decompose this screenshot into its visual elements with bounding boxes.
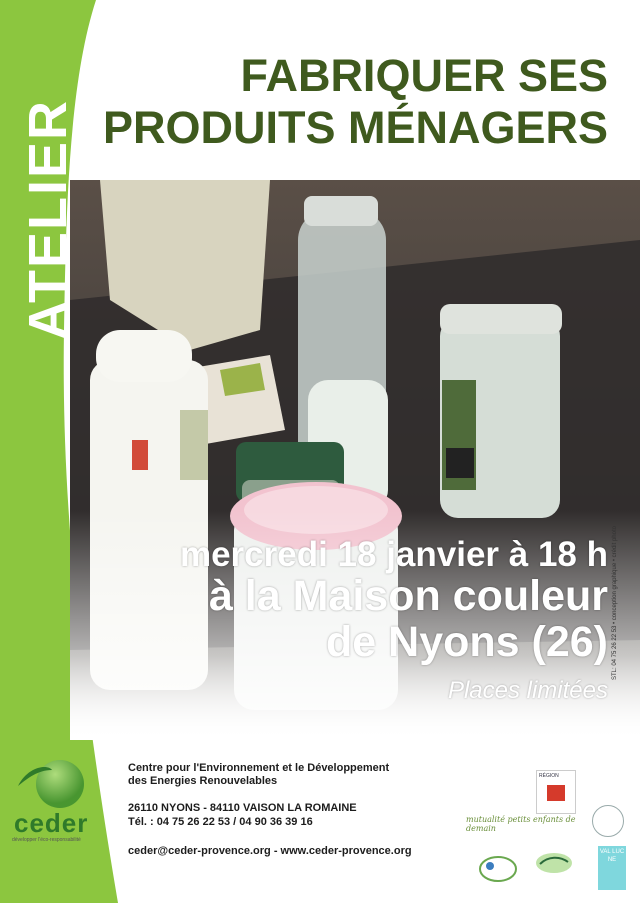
partner-seal-icon: [592, 805, 624, 837]
ceder-logo-text: ceder: [14, 808, 89, 838]
region-logo-icon: RÉGION: [536, 770, 576, 814]
org-contact: ceder@ceder-provence.org - www.ceder-pro…: [128, 845, 412, 857]
photo-credit-text: STL: 04 75 26 22 53 • conception graphiq…: [612, 526, 618, 680]
mutualite-logo-icon: mutualité petits enfants de demain: [466, 815, 576, 833]
title-line-2: PRODUITS MÉNAGERS: [102, 102, 608, 153]
partner-vertical-logo-icon: VAL LUC NE: [598, 846, 626, 890]
event-place-line-1: à la Maison couleur: [208, 572, 608, 620]
atelier-label: ATELIER: [18, 99, 78, 340]
org-address: 26110 NYONS - 84110 VAISON LA ROMAINE: [128, 802, 357, 814]
photo-credit: STL: 04 75 26 22 53 • conception graphiq…: [612, 280, 632, 680]
region-logo-mark: [547, 785, 565, 801]
ceder-logo-tagline: développer l'éco-responsabilité: [12, 837, 81, 843]
title-line-1: FABRIQUER SES: [240, 50, 608, 101]
org-name-line-1: Centre pour l'Environnement et le Dévelo…: [128, 762, 390, 774]
partner-bird-logo-icon: [536, 853, 572, 873]
region-logo-label: RÉGION: [539, 773, 559, 779]
event-date: mercredi 18 janvier à 18 h: [179, 535, 608, 574]
event-place-line-2: de Nyons (26): [326, 618, 608, 666]
partner-logo-icon: [479, 856, 517, 882]
org-phone: Tél. : 04 75 26 22 53 / 04 90 36 39 16: [128, 816, 313, 828]
org-name-line-2: des Energies Renouvelables: [128, 775, 278, 787]
places-limited-note: Places limitées: [447, 677, 608, 704]
